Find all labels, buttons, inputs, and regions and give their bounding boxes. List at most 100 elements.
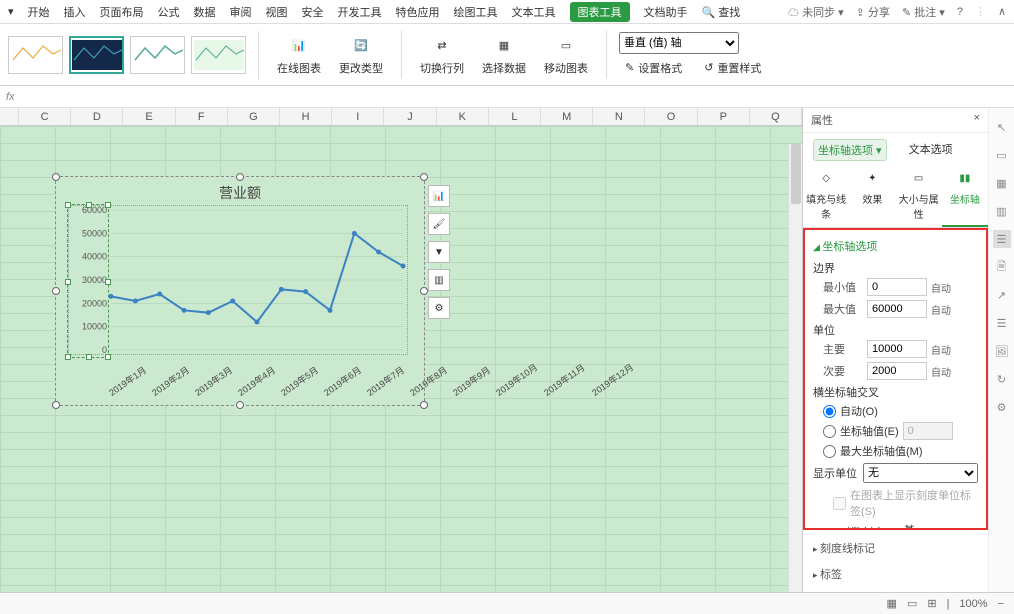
section-labels[interactable]: 标签 — [813, 566, 978, 582]
menu-charttools[interactable]: 图表工具 — [570, 2, 630, 22]
menu-texttools[interactable]: 文本工具 — [512, 4, 556, 20]
close-panel-icon[interactable]: × — [974, 112, 980, 128]
chart-data-button[interactable]: ▥ — [428, 269, 450, 291]
menu-review[interactable]: 审阅 — [230, 4, 252, 20]
size-icon: ▭ — [910, 173, 928, 189]
cross-axisvalue-input — [903, 422, 953, 440]
switch-rowcol-icon: ⇄ — [430, 34, 454, 58]
rail-list-icon[interactable]: ☰ — [993, 314, 1011, 332]
status-bar: ▦ ▭ ⊞ | 100% − — [0, 592, 1014, 614]
move-chart-button[interactable]: ▭移动图表 — [538, 30, 594, 80]
rail-cursor-icon[interactable]: ↖ — [993, 118, 1011, 136]
move-chart-icon: ▭ — [554, 34, 578, 58]
chart-style-thumb-3[interactable] — [130, 36, 185, 74]
zoom-value[interactable]: 100% — [959, 598, 987, 610]
show-unit-label-checkbox — [833, 497, 846, 510]
column-headers: CDEFGHIJKLMNOPQ — [0, 108, 802, 126]
fill-icon: ◇ — [817, 173, 835, 189]
set-format-button[interactable]: ✎ 设置格式 — [619, 58, 688, 78]
effects-icon: ✦ — [863, 173, 881, 189]
chart-element-select[interactable]: 垂直 (值) 轴 — [619, 32, 739, 54]
chart-settings-button[interactable]: ⚙ — [428, 297, 450, 319]
chart-filter-button[interactable]: ▼ — [428, 241, 450, 263]
reset-style-button[interactable]: ↺ 重置样式 — [698, 58, 767, 78]
formula-bar[interactable]: fx — [0, 86, 1014, 108]
menu-start[interactable]: 开始 — [28, 4, 50, 20]
subtab-fill-line[interactable]: ◇填充与线条 — [803, 167, 849, 227]
subtab-axis[interactable]: ▮▮坐标轴 — [942, 167, 988, 227]
menu-security[interactable]: 安全 — [302, 4, 324, 20]
menu-drawtools[interactable]: 绘图工具 — [454, 4, 498, 20]
chart-style-thumb-4[interactable] — [191, 36, 246, 74]
chart-style-thumb-2[interactable] — [69, 36, 124, 74]
cross-auto-radio[interactable] — [823, 405, 836, 418]
select-data-button[interactable]: ▦选择数据 — [476, 30, 532, 80]
menu-bar: ▾ 开始 插入 页面布局 公式 数据 审阅 视图 安全 开发工具 特色应用 绘图… — [0, 0, 1014, 24]
properties-title: 属性 — [811, 112, 833, 128]
rail-properties-icon[interactable]: ☰ — [993, 230, 1011, 248]
menu-pagelayout[interactable]: 页面布局 — [100, 4, 144, 20]
subtab-effects[interactable]: ✦效果 — [849, 167, 895, 227]
rail-settings-icon[interactable]: ⚙ — [993, 398, 1011, 416]
cross-axisvalue-radio[interactable] — [823, 425, 836, 438]
rail-image-icon[interactable]: 🖼 — [993, 342, 1011, 360]
change-type-button[interactable]: 🔄更改类型 — [333, 30, 389, 80]
view-page-icon[interactable]: ▭ — [907, 597, 917, 610]
menu-dochelper[interactable]: 文档助手 — [644, 4, 688, 20]
section-tick-marks[interactable]: 刻度线标记 — [813, 540, 978, 556]
bounds-label: 边界 — [813, 260, 978, 276]
rail-chart-icon[interactable]: ▥ — [993, 202, 1011, 220]
vertical-scrollbar[interactable] — [788, 144, 802, 592]
view-break-icon[interactable]: ⊞ — [927, 597, 936, 610]
menu-insert[interactable]: 插入 — [64, 4, 86, 20]
annotate-button[interactable]: ✎ 批注 ▾ — [902, 4, 945, 20]
axis-icon: ▮▮ — [956, 173, 974, 189]
sync-status[interactable]: ☁ 未同步 ▾ — [788, 4, 844, 20]
collapse-ribbon-icon[interactable]: ∧ — [998, 5, 1006, 18]
menu-dropdown-icon[interactable]: ▾ — [8, 5, 14, 18]
section-axis-options[interactable]: 坐标轴选项 — [813, 238, 978, 254]
cross-max-radio[interactable] — [823, 445, 836, 458]
rail-refresh-icon[interactable]: ↻ — [993, 370, 1011, 388]
chart-elements-button[interactable]: 📊 — [428, 185, 450, 207]
y-axis-selection[interactable] — [67, 204, 109, 358]
menu-data[interactable]: 数据 — [194, 4, 216, 20]
menu-view[interactable]: 视图 — [266, 4, 288, 20]
chart-plot-area[interactable]: 0100002000030000400005000060000 — [68, 205, 408, 355]
subtab-size-props[interactable]: ▭大小与属性 — [896, 167, 942, 227]
sheet-area[interactable]: CDEFGHIJKLMNOPQ 营业额 01000020000300004000… — [0, 108, 802, 592]
rail-select-icon[interactable]: ▭ — [993, 146, 1011, 164]
minor-unit-input[interactable] — [867, 362, 927, 380]
menu-formula[interactable]: 公式 — [158, 4, 180, 20]
menu-search[interactable]: 🔍 查找 — [702, 4, 741, 20]
chart-object[interactable]: 营业额 0100002000030000400005000060000 2019… — [55, 176, 425, 406]
share-button[interactable]: ⇪ 分享 — [856, 4, 890, 20]
tab-axis-options[interactable]: 坐标轴选项 ▾ — [813, 139, 887, 161]
menu-devtools[interactable]: 开发工具 — [338, 4, 382, 20]
rail-export-icon[interactable]: ↗ — [993, 286, 1011, 304]
online-chart-button[interactable]: 📊在线图表 — [271, 30, 327, 80]
tab-text-options[interactable]: 文本选项 — [905, 139, 957, 161]
properties-panel: 属性× 坐标轴选项 ▾ 文本选项 ◇填充与线条 ✦效果 ▭大小与属性 ▮▮坐标轴… — [802, 108, 988, 592]
min-value-input[interactable] — [867, 278, 927, 296]
chart-style-button[interactable]: 🖌 — [428, 213, 450, 235]
chart-style-thumb-1[interactable] — [8, 36, 63, 74]
units-label: 单位 — [813, 322, 978, 338]
zoom-out-icon[interactable]: − — [998, 598, 1004, 610]
menu-special[interactable]: 特色应用 — [396, 4, 440, 20]
right-icon-rail: ↖ ▭ ▦ ▥ ☰ 🗎 ↗ ☰ 🖼 ↻ ⚙ — [988, 108, 1014, 592]
chart-x-labels: 2019年1月2019年2月2019年3月2019年4月2019年5月2019年… — [106, 388, 414, 401]
display-units-select[interactable]: 无 — [863, 463, 978, 483]
cross-label: 横坐标轴交叉 — [813, 384, 978, 400]
rail-backup-icon[interactable]: 🗎 — [993, 258, 1011, 276]
online-chart-icon: 📊 — [287, 34, 311, 58]
ribbon: 📊在线图表 🔄更改类型 ⇄切换行列 ▦选择数据 ▭移动图表 垂直 (值) 轴 ✎… — [0, 24, 1014, 86]
select-data-icon: ▦ — [492, 34, 516, 58]
switch-rowcol-button[interactable]: ⇄切换行列 — [414, 30, 470, 80]
rail-table-icon[interactable]: ▦ — [993, 174, 1011, 192]
major-unit-input[interactable] — [867, 340, 927, 358]
display-units-label: 显示单位 — [813, 465, 857, 481]
help-icon[interactable]: ? — [957, 6, 963, 18]
max-value-input[interactable] — [867, 300, 927, 318]
view-normal-icon[interactable]: ▦ — [887, 597, 897, 610]
